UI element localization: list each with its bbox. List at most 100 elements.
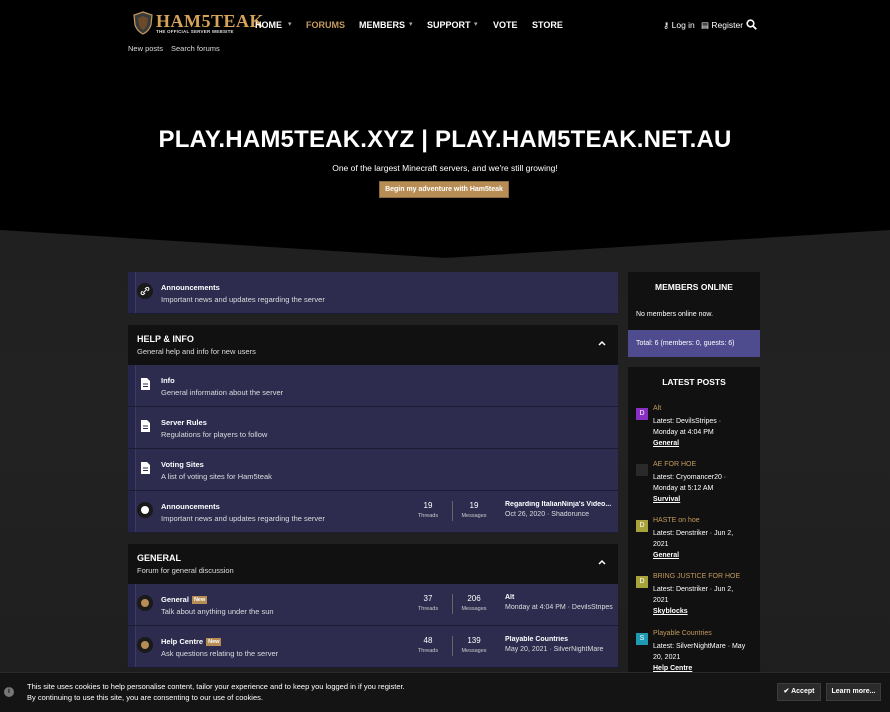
post-title[interactable]: HASTE on hoe <box>653 517 700 524</box>
forum-node-announcements[interactable]: Announcements Important news and updates… <box>128 491 618 533</box>
latest-post-item: AE FOR HOE Latest: Cryomancer20 · Monday… <box>636 461 758 513</box>
post-title[interactable]: Alt <box>653 405 661 412</box>
post-forum-link[interactable]: General <box>653 552 679 559</box>
latest-post-item: D Alt Latest: DevilsStripes · Monday at … <box>636 405 758 457</box>
forum-node-help-centre[interactable]: Help Centre New Ask questions relating to… <box>128 626 618 668</box>
latest-thread-title[interactable]: Alt <box>505 594 615 601</box>
node-desc: Talk about anything under the sun <box>161 607 274 616</box>
node-title[interactable]: Announcements <box>161 502 220 511</box>
check-icon: ✔ <box>783 688 790 695</box>
post-forum-link[interactable]: Skyblocks <box>653 608 688 615</box>
messages-stat: 206 Messages <box>461 594 487 612</box>
messages-stat: 139 Messages <box>461 636 487 654</box>
avatar[interactable]: D <box>636 520 648 532</box>
hero-cta-button[interactable]: Begin my adventure with Ham5teak <box>379 181 509 198</box>
hero-title: PLAY.HAM5TEAK.XYZ | PLAY.HAM5TEAK.NET.AU <box>158 126 732 153</box>
hero-subtitle: One of the largest Minecraft servers, an… <box>332 163 558 173</box>
threads-stat: 37 Threads <box>417 594 439 612</box>
forum-node-announcements-link[interactable]: Announcements Important news and updates… <box>128 272 618 314</box>
chevron-up-icon[interactable] <box>596 556 608 568</box>
widget-title: MEMBERS ONLINE <box>655 282 733 292</box>
members-online-widget: MEMBERS ONLINE No members online now. To… <box>628 272 760 357</box>
latest-post-item: D HASTE on hoe Latest: Denstriker · Jun … <box>636 517 758 569</box>
latest-post-item: D BRING JUSTICE FOR HOE Latest: Denstrik… <box>636 573 758 625</box>
latest-thread: Regarding ItalianNinja's Video... Oct 26… <box>505 501 615 518</box>
forum-node-info[interactable]: Info General information about the serve… <box>128 365 618 407</box>
login-link[interactable]: ⚷ Log in <box>663 17 695 33</box>
post-title[interactable]: BRING JUSTICE FOR HOE <box>653 573 740 580</box>
online-total: Total: 6 (members: 0, guests: 6) <box>628 330 760 357</box>
category-desc: General help and info for new users <box>137 347 256 356</box>
info-icon: i <box>4 687 14 697</box>
latest-thread: Alt Monday at 4:04 PM · DevilsStripes <box>505 594 615 611</box>
clipboard-icon: ▤ <box>701 20 710 30</box>
cookie-text-line2: By continuing to use this site, you are … <box>27 693 263 702</box>
forum-unread-icon <box>137 595 153 611</box>
node-desc: Important news and updates regarding the… <box>161 514 325 523</box>
category-desc: Forum for general discussion <box>137 566 234 575</box>
link-icon <box>137 283 153 299</box>
search-icon[interactable] <box>746 19 757 30</box>
threads-stat: 19 Threads <box>417 501 439 519</box>
document-icon <box>141 420 150 432</box>
cookie-notice: i This site uses cookies to help persona… <box>0 672 890 712</box>
latest-posts-widget: LATEST POSTS D Alt Latest: DevilsStripes… <box>628 367 760 672</box>
post-title[interactable]: AE FOR HOE <box>653 461 696 468</box>
category-title[interactable]: HELP & INFO <box>137 334 194 344</box>
shield-logo-icon <box>133 11 153 35</box>
node-desc: Important news and updates regarding the… <box>161 295 325 304</box>
node-desc: Ask questions relating to the server <box>161 649 279 658</box>
subnav-new-posts[interactable]: New posts <box>128 44 163 53</box>
forum-node-voting-sites[interactable]: Voting Sites A list of voting sites for … <box>128 449 618 491</box>
subnav-search-forums[interactable]: Search forums <box>171 44 220 53</box>
latest-thread-title[interactable]: Regarding ItalianNinja's Video... <box>505 501 615 508</box>
nav-home[interactable]: HOME <box>255 17 282 33</box>
avatar[interactable]: D <box>636 408 648 420</box>
category-title[interactable]: GENERAL <box>137 553 181 563</box>
chevron-down-icon[interactable]: ▾ <box>409 17 413 33</box>
post-title[interactable]: Playable Countries <box>653 630 712 637</box>
nav-support[interactable]: SUPPORT <box>427 17 471 33</box>
register-link[interactable]: ▤ Register <box>701 17 743 33</box>
threads-stat: 48 Threads <box>417 636 439 654</box>
node-title[interactable]: Server Rules <box>161 418 207 427</box>
category-general: GENERAL Forum for general discussion <box>128 544 618 584</box>
node-title[interactable]: Announcements <box>161 283 220 292</box>
learn-more-button[interactable]: Learn more... <box>826 683 881 701</box>
document-icon <box>141 378 150 390</box>
chevron-up-icon[interactable] <box>596 337 608 349</box>
category-help-info: HELP & INFO General help and info for ne… <box>128 325 618 365</box>
avatar[interactable]: S <box>636 633 648 645</box>
accept-cookies-button[interactable]: ✔ Accept <box>777 683 821 701</box>
latest-thread-title[interactable]: Playable Countries <box>505 636 615 643</box>
forum-read-icon <box>137 502 153 518</box>
nav-members[interactable]: MEMBERS <box>359 17 405 33</box>
forum-node-general[interactable]: General New Talk about anything under the… <box>128 584 618 626</box>
top-bar: HAM5TEAK THE OFFICIAL SERVER WEBSITE HOM… <box>0 0 890 60</box>
node-title[interactable]: Info <box>161 376 175 385</box>
post-forum-link[interactable]: Survival <box>653 496 680 503</box>
messages-stat: 19 Messages <box>461 501 487 519</box>
avatar[interactable] <box>636 464 648 476</box>
node-title[interactable]: General New <box>161 595 208 604</box>
nav-vote[interactable]: VOTE <box>493 17 518 33</box>
widget-title: LATEST POSTS <box>662 377 726 387</box>
chevron-down-icon[interactable]: ▾ <box>474 17 478 33</box>
latest-thread: Playable Countries May 20, 2021 · Silver… <box>505 636 615 653</box>
node-title[interactable]: Voting Sites <box>161 460 204 469</box>
chevron-down-icon[interactable]: ▾ <box>288 17 292 33</box>
document-icon <box>141 462 150 474</box>
new-badge: New <box>191 596 208 604</box>
nav-store[interactable]: STORE <box>532 17 563 33</box>
site-logo[interactable]: HAM5TEAK THE OFFICIAL SERVER WEBSITE <box>130 9 264 37</box>
forum-node-server-rules[interactable]: Server Rules Regulations for players to … <box>128 407 618 449</box>
node-desc: A list of voting sites for Ham5teak <box>161 472 272 481</box>
forum-unread-icon <box>137 637 153 653</box>
post-forum-link[interactable]: Help Centre <box>653 665 692 672</box>
cookie-text-line1: This site uses cookies to help personali… <box>27 682 405 691</box>
node-title[interactable]: Help Centre New <box>161 637 222 646</box>
post-forum-link[interactable]: General <box>653 440 679 447</box>
nav-forums[interactable]: FORUMS <box>306 17 345 33</box>
avatar[interactable]: D <box>636 576 648 588</box>
key-icon: ⚷ <box>663 20 670 30</box>
